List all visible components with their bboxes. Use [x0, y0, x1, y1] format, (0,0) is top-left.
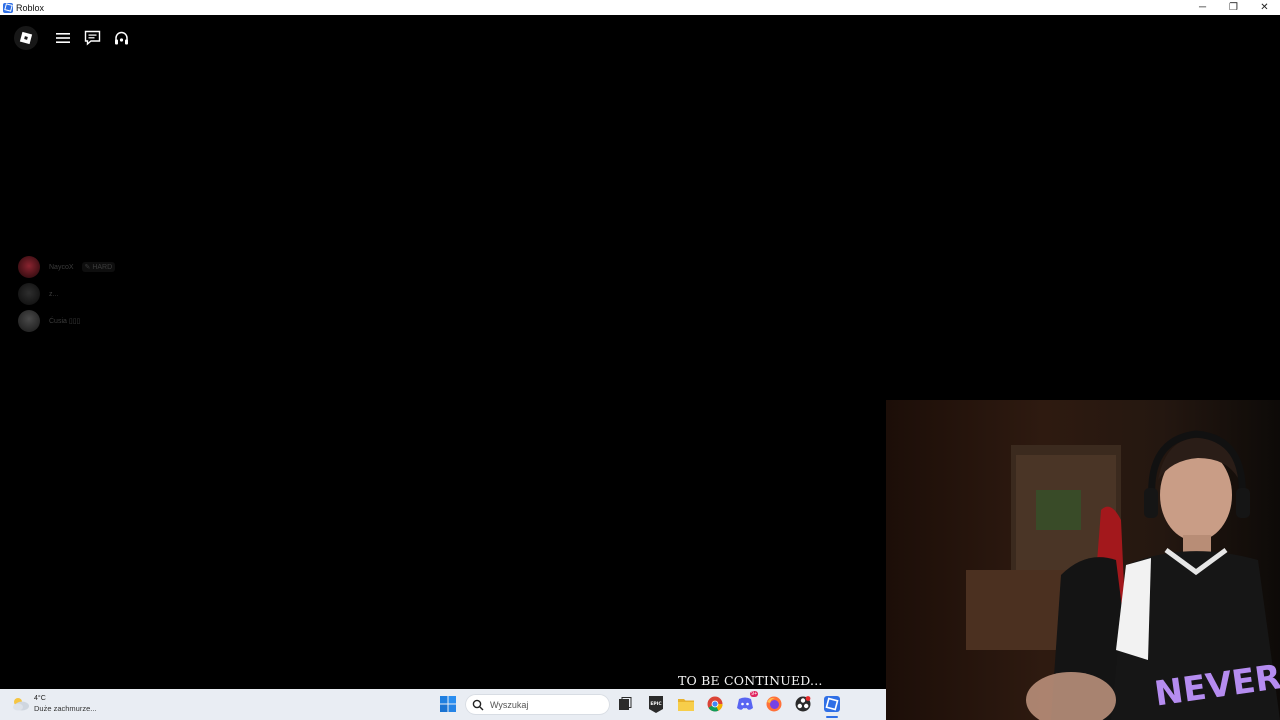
- webcam-overlay: NEVER: [886, 400, 1280, 720]
- firefox-button[interactable]: [764, 694, 784, 714]
- roblox-taskbar-button[interactable]: [822, 694, 842, 718]
- windows-start-icon: [440, 696, 456, 712]
- discord-button[interactable]: 9+: [735, 691, 758, 714]
- voice-button[interactable]: [110, 27, 132, 49]
- task-view-button[interactable]: [615, 694, 635, 714]
- window-title-bar[interactable]: Roblox ─ ❐ ✕: [0, 0, 1280, 15]
- chrome-button[interactable]: [705, 694, 725, 714]
- restore-button[interactable]: ❐: [1218, 0, 1249, 15]
- obs-button[interactable]: [793, 694, 813, 714]
- webcam-scene: NEVER: [966, 430, 1280, 720]
- notification-badge: 9+: [750, 691, 758, 697]
- to-be-continued-caption: TO BE CONTINUED...: [678, 673, 823, 688]
- player-list-item[interactable]: Ćusia ▯▯▯: [18, 310, 80, 332]
- discord-icon: [737, 697, 753, 710]
- obs-icon: [795, 696, 811, 712]
- active-indicator: [826, 716, 838, 718]
- avatar: [18, 256, 40, 278]
- player-list-item[interactable]: z...: [18, 283, 58, 305]
- chat-icon: [84, 30, 100, 46]
- start-button[interactable]: [438, 694, 458, 714]
- svg-text:EPIC: EPIC: [650, 701, 662, 707]
- task-view-icon: [619, 697, 632, 710]
- roblox-menu-button[interactable]: [14, 26, 38, 50]
- weather-description: Duże zachmurze...: [34, 704, 97, 713]
- file-explorer-button[interactable]: [676, 694, 696, 714]
- window-controls: ─ ❐ ✕: [1187, 0, 1280, 15]
- minimize-button[interactable]: ─: [1187, 0, 1218, 15]
- epic-games-icon: EPIC: [649, 695, 663, 713]
- player-list-item[interactable]: NaycoX ✎ HARD: [18, 256, 116, 278]
- search-icon: [472, 699, 484, 710]
- epic-games-button[interactable]: EPIC: [646, 694, 666, 714]
- voice-icon: [114, 31, 128, 44]
- roblox-logo-icon: [19, 31, 33, 45]
- avatar: [18, 283, 40, 305]
- player-name: Ćusia ▯▯▯: [49, 318, 81, 325]
- roblox-taskbar-icon: [824, 696, 840, 712]
- screen: Roblox ─ ❐ ✕ NaycoX ✎ HARD z... Ćusia ▯▯…: [0, 0, 1280, 720]
- search-placeholder: Wyszukaj: [490, 699, 529, 710]
- weather-widget[interactable]: 4°C Duże zachmurze...: [10, 694, 97, 714]
- close-button[interactable]: ✕: [1249, 0, 1280, 15]
- chat-button[interactable]: [81, 27, 103, 49]
- chrome-icon: [707, 696, 723, 712]
- taskbar: 4°C Duże zachmurze... Wyszukaj EPIC 9+: [0, 689, 886, 720]
- badge-label: HARD: [92, 264, 113, 271]
- menu-icon: [56, 33, 70, 43]
- menu-button[interactable]: [52, 27, 74, 49]
- difficulty-badge: ✎ HARD: [81, 262, 116, 272]
- window-title: Roblox: [16, 2, 45, 13]
- roblox-app-icon: [3, 2, 13, 13]
- taskbar-search[interactable]: Wyszukaj: [465, 694, 610, 715]
- firefox-icon: [766, 696, 782, 712]
- file-explorer-icon: [678, 699, 694, 711]
- player-name: z...: [49, 290, 59, 298]
- player-name: NaycoX: [49, 263, 74, 271]
- avatar: [18, 310, 40, 332]
- weather-temperature: 4°C: [34, 695, 46, 702]
- cloud-sun-icon: [10, 695, 30, 713]
